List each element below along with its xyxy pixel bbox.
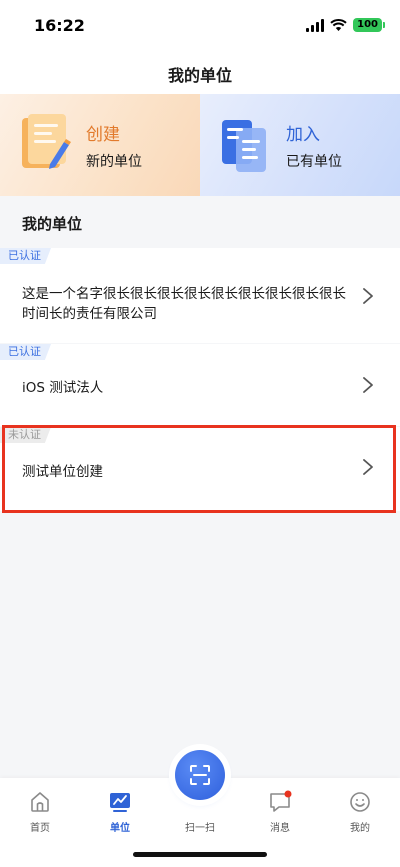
status-bar: 16:22 100 <box>0 0 400 52</box>
chart-board-icon <box>110 793 130 812</box>
notification-dot <box>284 790 292 798</box>
tab-messages[interactable]: 消息 <box>240 778 320 838</box>
unit-list-item[interactable]: 已认证 iOS 测试法人 <box>0 344 400 426</box>
chevron-right-icon <box>363 459 373 475</box>
chevron-right-icon <box>363 377 373 393</box>
tab-label: 单位 <box>110 823 130 834</box>
signal-icon <box>306 18 325 32</box>
status-icons: 100 <box>306 17 385 33</box>
message-icon <box>270 790 292 812</box>
tab-label: 首页 <box>30 823 50 834</box>
tab-scan[interactable]: 扫一扫 <box>160 750 240 834</box>
tab-unit[interactable]: 单位 <box>80 778 160 838</box>
tab-profile[interactable]: 我的 <box>320 778 400 838</box>
section-header: 我的单位 <box>0 196 400 246</box>
create-card-subtitle: 新的单位 <box>86 154 142 170</box>
unit-list-item[interactable]: 未认证 测试单位创建 <box>0 427 400 511</box>
tab-label: 消息 <box>270 823 290 834</box>
wifi-icon <box>330 18 347 31</box>
smile-icon <box>350 792 370 812</box>
scan-icon <box>190 765 210 785</box>
verified-badge: 已认证 <box>0 248 51 264</box>
scan-button[interactable] <box>175 750 225 800</box>
verified-badge: 已认证 <box>0 344 51 360</box>
unit-name: 测试单位创建 <box>22 464 103 480</box>
unit-list-item[interactable]: 已认证 这是一个名字很长很长很长很长很长很长很长很长很长时间长的责任有限公司 <box>0 248 400 343</box>
unverified-badge: 未认证 <box>0 427 51 443</box>
join-card-subtitle: 已有单位 <box>286 154 342 170</box>
tab-label: 扫一扫 <box>185 823 215 834</box>
join-unit-card[interactable]: 加入 已有单位 <box>200 94 400 196</box>
unit-name: iOS 测试法人 <box>22 380 104 396</box>
battery-icon: 100 <box>353 18 385 32</box>
join-card-title: 加入 <box>286 125 320 145</box>
unit-name: 这是一个名字很长很长很长很长很长很长很长很长很长时间长的责任有限公司 <box>22 286 346 322</box>
documents-icon <box>222 120 266 172</box>
nav-bar: 我的单位 <box>0 52 400 94</box>
create-card-title: 创建 <box>86 125 120 145</box>
home-indicator <box>133 852 267 857</box>
create-unit-card[interactable]: 创建 新的单位 <box>0 94 200 196</box>
page-title: 我的单位 <box>167 66 232 85</box>
action-cards: 创建 新的单位 加入 已有单位 <box>0 94 400 196</box>
home-icon <box>31 792 49 812</box>
chevron-right-icon <box>363 288 373 304</box>
document-pen-icon <box>22 114 71 169</box>
tab-home[interactable]: 首页 <box>0 778 80 838</box>
tab-label: 我的 <box>350 823 370 834</box>
status-time: 16:22 <box>34 16 85 35</box>
section-title: 我的单位 <box>22 215 83 233</box>
